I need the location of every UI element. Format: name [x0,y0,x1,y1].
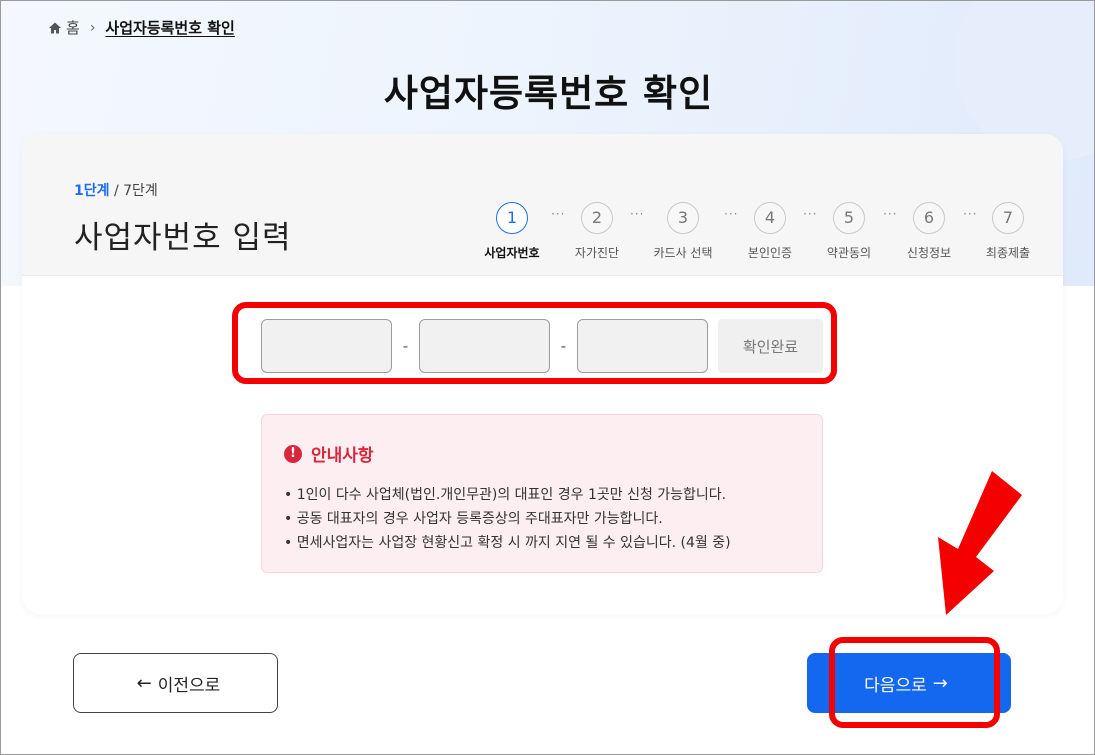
step-number: 3 [667,202,699,234]
step-title: 사업자번호 입력 [74,220,292,256]
page-frame: 홈 › 사업자등록번호 확인 사업자등록번호 확인 1단계 / 7단계 사업자번… [0,0,1095,755]
step-label: 최종제출 [985,246,1031,260]
step-number: 4 [754,202,786,234]
prev-button-label: 이전으로 [157,675,221,696]
step-number: 2 [581,202,613,234]
stepper-step: 6 신청정보 [889,202,969,261]
home-icon[interactable] [48,21,62,35]
stepper: 1 사업자번호 ··· 2 자가진단 ··· 3 카드사 선택 ··· 4 본인… [452,202,1052,262]
breadcrumb-chevron-icon: › [89,19,96,36]
step-number: 6 [913,202,945,234]
pointer-arrow-icon [938,471,1022,615]
step-label: 사업자번호 [484,246,540,260]
breadcrumb-current[interactable]: 사업자등록번호 확인 [105,17,234,38]
breadcrumb-home[interactable]: 홈 [66,17,80,38]
next-button-highlight-annotation [829,637,1000,728]
step-indicator: 1단계 / 7단계 [74,180,158,200]
alert-icon: ! [284,444,302,463]
stepper-step: 7 최종제출 [968,202,1048,261]
notice-list: • 1인이 다수 사업체(법인.개인무관)의 대표인 경우 1곳만 신청 가능합… [284,483,731,555]
notice-item: • 면세사업자는 사업장 현황신고 확정 시 까지 지연 될 수 있습니다. (… [284,535,731,551]
step-number: 1 [496,202,528,234]
prev-button[interactable]: ← 이전으로 [73,653,278,713]
stepper-step: 1 사업자번호 [472,202,552,261]
stepper-step: 3 카드사 선택 [643,202,723,261]
step-total: / 7단계 [109,183,158,199]
stepper-step: 5 약관동의 [809,202,889,261]
stepper-step: 2 자가진단 [557,202,637,261]
notice-item: • 공동 대표자의 경우 사업자 등록증상의 주대표자만 가능합니다. [284,511,663,527]
page-title: 사업자등록번호 확인 [383,72,714,115]
arrow-left-icon: ← [136,672,152,694]
step-label: 약관동의 [826,246,872,260]
step-label: 신청정보 [906,246,952,260]
step-number: 7 [992,202,1024,234]
step-number: 5 [833,202,865,234]
notice-title: 안내사항 [311,446,374,466]
card-header: 1단계 / 7단계 사업자번호 입력 1 사업자번호 ··· 2 자가진단 ··… [22,134,1063,276]
step-label: 카드사 선택 [653,246,713,260]
step-current: 1단계 [74,183,110,199]
notice-item: • 1인이 다수 사업체(법인.개인무관)의 대표인 경우 1곳만 신청 가능합… [284,487,727,503]
notice-box: ! 안내사항 • 1인이 다수 사업체(법인.개인무관)의 대표인 경우 1곳만… [261,414,823,573]
step-label: 자가진단 [574,246,620,260]
step-label: 본인인증 [747,246,793,260]
input-highlight-annotation [232,302,837,384]
notice-header: ! 안내사항 [284,441,374,466]
stepper-step: 4 본인인증 [730,202,810,261]
breadcrumb: 홈 › 사업자등록번호 확인 [48,17,235,38]
